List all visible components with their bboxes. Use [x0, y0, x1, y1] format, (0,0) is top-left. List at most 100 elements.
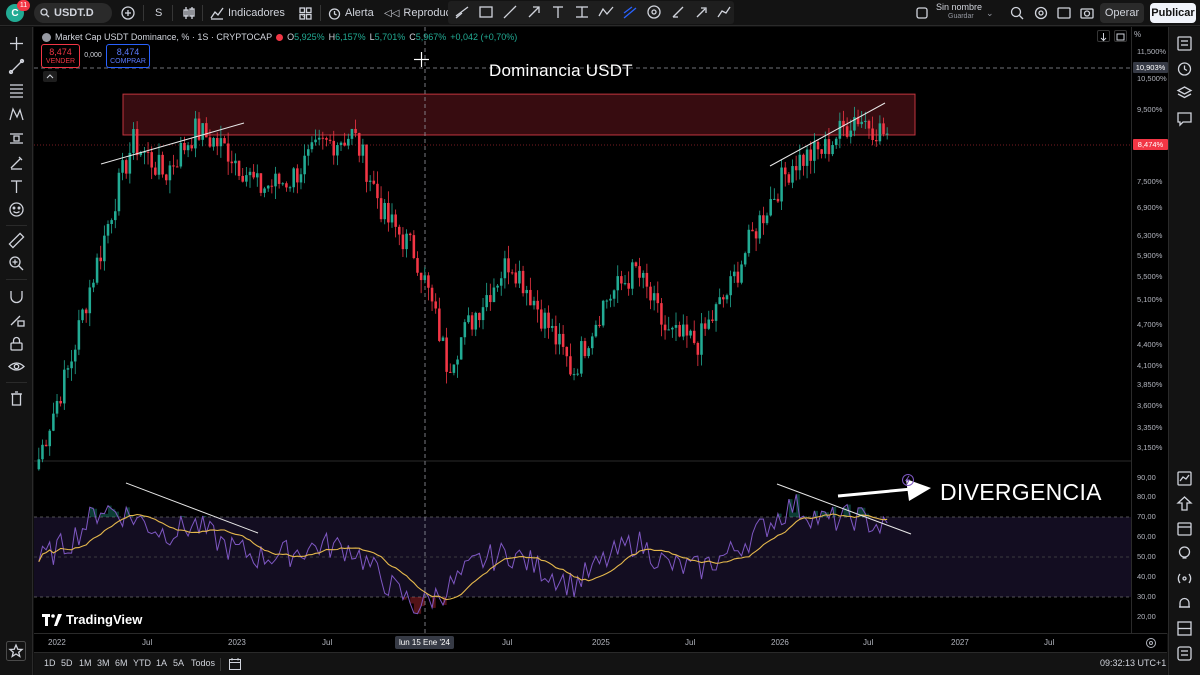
time-axis[interactable]: 2022 Jul 2023 Jul lun 15 Ene '24 Jul 202…	[34, 633, 1167, 652]
dom-icon[interactable]	[1176, 620, 1193, 637]
trend-line-icon[interactable]	[502, 4, 518, 20]
resistance-zone[interactable]	[122, 93, 916, 136]
forecast-icon[interactable]	[8, 130, 25, 147]
chart-pane[interactable]	[34, 27, 1167, 633]
range-button[interactable]: 5A	[173, 658, 184, 668]
quick-search-button[interactable]	[1010, 3, 1024, 23]
maximize-pane-button[interactable]	[1114, 30, 1127, 42]
divergence-text-annotation[interactable]: DIVERGENCIA	[940, 479, 1102, 506]
candle-body	[824, 139, 827, 154]
chart-type-button[interactable]	[182, 3, 196, 23]
pattern-icon[interactable]	[8, 106, 25, 123]
range-button[interactable]: 1M	[79, 658, 92, 668]
trend-line-icon[interactable]	[8, 58, 25, 75]
calendar-icon[interactable]	[1176, 520, 1193, 537]
indicators-button[interactable]: Indicadores ⌄	[210, 3, 308, 23]
candle-body	[580, 341, 583, 374]
range-button[interactable]: 3M	[97, 658, 110, 668]
price-label: 11,500%	[1137, 47, 1167, 56]
hotlists-icon[interactable]	[1176, 495, 1193, 512]
fib-retracement-icon[interactable]	[8, 82, 25, 99]
candle-body	[357, 133, 361, 156]
fullscreen-button[interactable]	[1057, 3, 1071, 23]
notification-badge: 11	[17, 0, 30, 11]
pitchfork-icon[interactable]	[622, 4, 638, 20]
range-button[interactable]: 5D	[61, 658, 73, 668]
chevron-down-icon[interactable]: ⌄	[986, 3, 994, 23]
candle-body	[441, 337, 445, 341]
range-button[interactable]: 6M	[115, 658, 128, 668]
replay-button[interactable]: ◁◁ Reproduc	[384, 3, 451, 23]
arrow-icon[interactable]	[526, 4, 542, 20]
alarm-clock-icon[interactable]	[1176, 60, 1193, 77]
alert-button[interactable]: Alerta	[328, 3, 374, 23]
price-label: 6,300%	[1137, 231, 1163, 240]
lightning-icon[interactable]	[902, 474, 914, 486]
text-icon[interactable]	[550, 4, 566, 20]
magnet-icon[interactable]	[8, 288, 25, 305]
collapse-legend-button[interactable]	[43, 71, 57, 82]
interval-button[interactable]: S	[155, 3, 162, 23]
settings-button[interactable]	[1034, 3, 1048, 23]
ruler-icon[interactable]	[8, 232, 25, 249]
trash-icon[interactable]	[8, 390, 25, 407]
zoom-in-icon[interactable]	[8, 255, 25, 272]
candle-body	[459, 337, 463, 360]
calendar-range-icon[interactable]	[228, 657, 242, 671]
trade-button[interactable]: Operar	[1100, 3, 1144, 23]
trend-channel-icon[interactable]	[454, 4, 470, 20]
buy-button[interactable]: 8,474 COMPRAR	[106, 44, 150, 68]
chat-icon[interactable]	[1176, 110, 1193, 127]
scroll-down-button[interactable]	[1097, 30, 1110, 42]
range-button[interactable]: YTD	[133, 658, 151, 668]
candle-body	[274, 173, 277, 187]
symbol-search[interactable]: USDT.D	[34, 3, 112, 23]
zigzag-icon[interactable]	[598, 4, 614, 20]
watchlist-icon[interactable]	[1176, 35, 1193, 52]
candle-body	[212, 138, 215, 147]
snapshot-button[interactable]	[1080, 3, 1094, 23]
help-icon[interactable]	[1176, 645, 1193, 662]
price-chart-canvas[interactable]	[34, 27, 1131, 633]
price-label-icon[interactable]	[574, 4, 590, 20]
lock-drawing-icon[interactable]	[8, 311, 25, 328]
path-icon[interactable]	[716, 4, 732, 20]
candle-body	[205, 123, 208, 138]
emoji-icon[interactable]	[8, 201, 25, 218]
eye-icon[interactable]	[8, 358, 25, 375]
compare-symbol-button[interactable]	[121, 3, 135, 23]
brush-circle-icon[interactable]	[646, 4, 662, 20]
arrow-marker-icon[interactable]	[694, 4, 710, 20]
layouts-button[interactable]	[299, 3, 312, 23]
symbol-legend[interactable]: Market Cap USDT Dominance, % · 1S · CRYP…	[42, 30, 517, 44]
favorite-star-icon[interactable]	[6, 641, 26, 661]
chart-settings-icon[interactable]	[1145, 637, 1157, 649]
range-button[interactable]: Todos	[191, 658, 215, 668]
tradingview-logo[interactable]: TradingView	[42, 612, 142, 627]
range-button[interactable]: 1D	[44, 658, 56, 668]
axis-unit-label[interactable]: %	[1134, 30, 1141, 39]
price-axis[interactable]: 11,500% 10,500% 9,500% 7,500% 6,900% 6,3…	[1131, 27, 1168, 633]
range-button[interactable]: 1A	[156, 658, 167, 668]
candle-body	[802, 154, 805, 166]
bell-icon[interactable]	[1176, 595, 1193, 612]
brush-icon[interactable]	[8, 154, 25, 171]
layout-checkbox[interactable]	[916, 3, 928, 23]
crosshair-icon[interactable]	[8, 35, 25, 52]
clock-timezone[interactable]: 09:32:13 UTC+1	[1100, 658, 1166, 668]
streams-icon[interactable]	[1176, 570, 1193, 587]
text-icon[interactable]	[8, 178, 25, 195]
screener-icon[interactable]	[1176, 470, 1193, 487]
divergence-arrow[interactable]	[837, 487, 913, 498]
layout-name-button[interactable]: Sin nombre Guardar	[936, 3, 982, 23]
chart-text-annotation[interactable]: Dominancia USDT	[489, 61, 633, 81]
candle-body	[146, 151, 150, 153]
ideas-icon[interactable]	[1176, 545, 1193, 562]
lock-icon[interactable]	[8, 335, 25, 352]
right-widget-bar	[1168, 27, 1200, 675]
sell-button[interactable]: 8,474 VENDER	[41, 44, 80, 68]
object-tree-icon[interactable]	[1176, 85, 1193, 102]
brush-icon[interactable]	[670, 4, 686, 20]
rectangle-icon[interactable]	[478, 4, 494, 20]
publish-button[interactable]: Publicar	[1150, 3, 1196, 23]
